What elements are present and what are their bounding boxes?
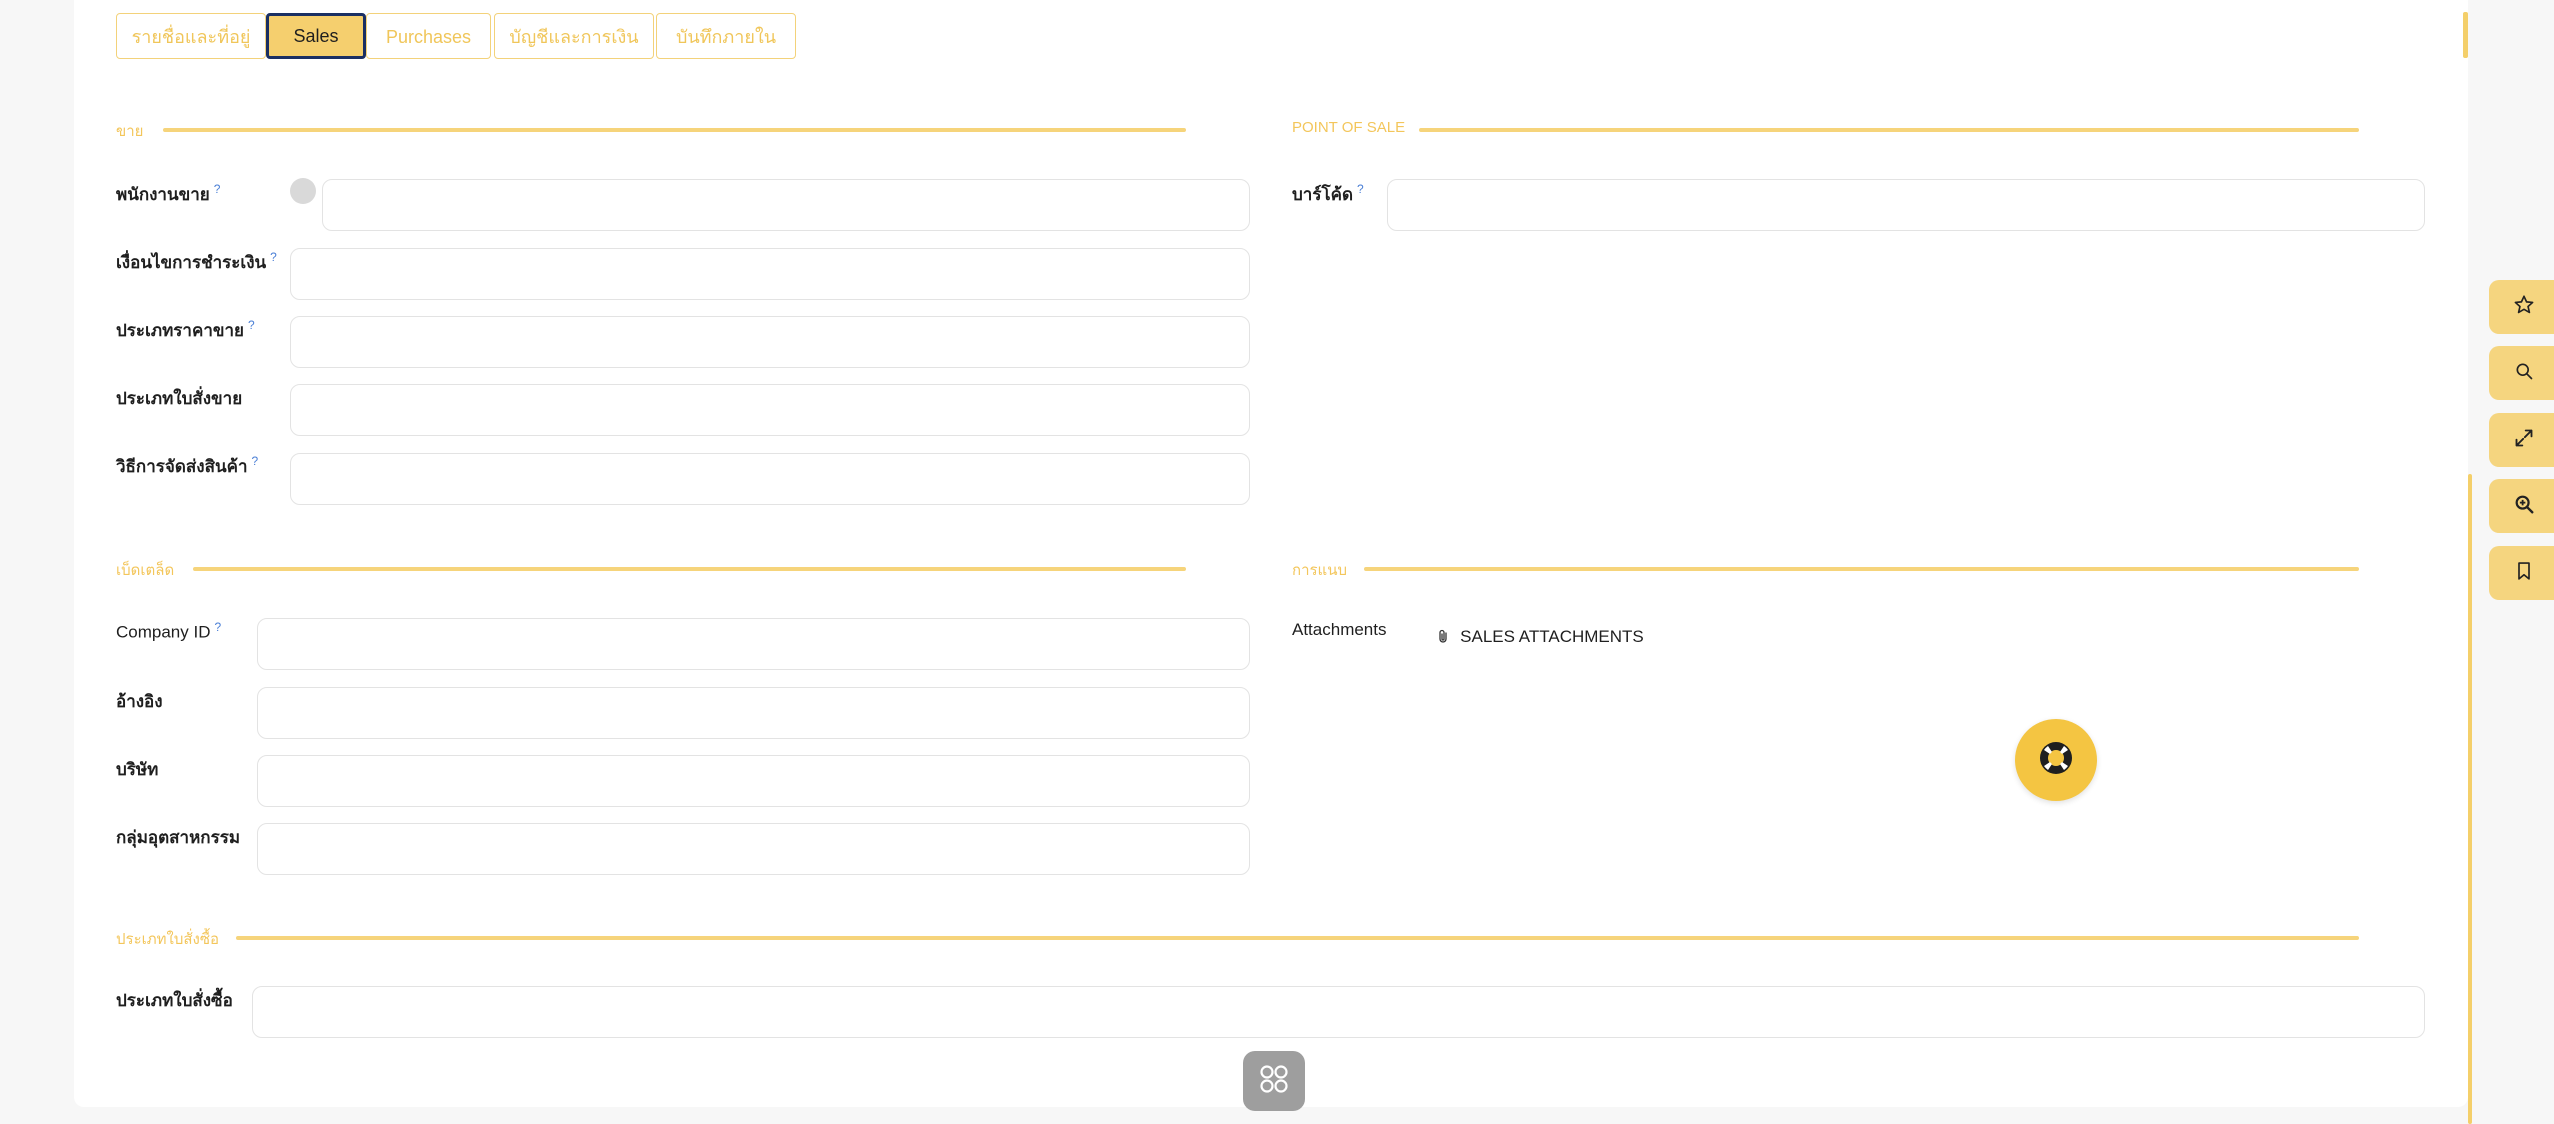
- scrollbar-track[interactable]: [2468, 474, 2472, 1124]
- apps-menu-button[interactable]: [1243, 1051, 1305, 1111]
- bookmark-button[interactable]: [2489, 546, 2554, 600]
- star-icon: [2513, 294, 2535, 321]
- section-misc-title: เบ็ดเตล็ด: [116, 562, 175, 579]
- company-label: บริษัท: [116, 760, 159, 779]
- tab-accounting[interactable]: บัญชีและการเงิน: [494, 13, 654, 59]
- help-icon[interactable]: ?: [214, 182, 221, 196]
- section-attachments-title: การแนบ: [1292, 562, 1348, 579]
- section-divider: [1364, 567, 2359, 571]
- pricelist-label: ประเภทราคาขาย?: [116, 318, 255, 340]
- pricelist-field[interactable]: [290, 316, 1250, 368]
- company-field[interactable]: [257, 755, 1250, 807]
- help-icon[interactable]: ?: [270, 250, 277, 264]
- reference-label: อ้างอิง: [116, 692, 163, 711]
- section-divider: [1419, 128, 2359, 132]
- help-button[interactable]: [2015, 719, 2097, 801]
- payment-terms-field[interactable]: [290, 248, 1250, 300]
- help-icon[interactable]: ?: [248, 318, 255, 332]
- help-icon[interactable]: ?: [251, 454, 258, 468]
- section-misc-header: เบ็ดเตล็ด: [116, 558, 1186, 579]
- salesperson-avatar: [290, 178, 316, 204]
- expand-button[interactable]: [2489, 413, 2554, 467]
- sale-order-type-field[interactable]: [290, 384, 1250, 436]
- help-icon[interactable]: ?: [214, 620, 221, 634]
- section-divider: [163, 128, 1186, 132]
- section-sales-header: ขาย: [116, 119, 1186, 140]
- sale-order-type-label: ประเภทใบสั่งขาย: [116, 389, 243, 408]
- expand-icon: [2514, 428, 2534, 453]
- purchase-order-type-field[interactable]: [252, 986, 2425, 1038]
- barcode-field[interactable]: [1387, 179, 2425, 231]
- barcode-label: บาร์โค้ด?: [1292, 182, 1364, 204]
- sales-attachments-button[interactable]: SALES ATTACHMENTS: [1437, 627, 1644, 647]
- favorite-button[interactable]: [2489, 280, 2554, 334]
- tab-contacts-addresses[interactable]: รายชื่อและที่อยู่: [116, 13, 266, 59]
- section-purchase-order-type-title: ประเภทใบสั่งซื้อ: [116, 931, 220, 948]
- paperclip-icon: [1437, 629, 1454, 646]
- salesperson-field[interactable]: [322, 179, 1250, 231]
- industry-field[interactable]: [257, 823, 1250, 875]
- section-sales-title: ขาย: [116, 123, 144, 140]
- payment-terms-label: เงื่อนไขการชำระเงิน?: [116, 250, 277, 272]
- search-button[interactable]: [2489, 346, 2554, 400]
- scrollbar-thumb[interactable]: [2463, 12, 2468, 58]
- delivery-method-field[interactable]: [290, 453, 1250, 505]
- salesperson-label: พนักงานขาย?: [116, 182, 221, 204]
- help-icon[interactable]: ?: [1357, 182, 1364, 196]
- section-pos-title: POINT OF SALE: [1292, 119, 1406, 136]
- purchase-order-type-label: ประเภทใบสั่งซื้อ: [116, 991, 233, 1010]
- company-id-label: Company ID?: [116, 620, 222, 642]
- section-purchase-order-type-header: ประเภทใบสั่งซื้อ: [116, 927, 2359, 948]
- search-icon: [2514, 361, 2534, 386]
- attachments-label: Attachments: [1292, 620, 1387, 639]
- section-divider: [193, 567, 1186, 571]
- company-id-field[interactable]: [257, 618, 1250, 670]
- reference-field[interactable]: [257, 687, 1250, 739]
- tab-purchases[interactable]: Purchases: [366, 13, 491, 59]
- section-divider: [236, 936, 2359, 940]
- section-attachments-header: การแนบ: [1292, 558, 2359, 579]
- apps-grid-icon: [1259, 1064, 1289, 1099]
- tab-internal-notes[interactable]: บันทึกภายใน: [656, 13, 796, 59]
- bookmark-icon: [2515, 561, 2533, 586]
- industry-label: กลุ่มอุตสาหกรรม: [116, 828, 241, 847]
- section-pos-header: POINT OF SALE: [1292, 119, 2359, 139]
- zoom-button[interactable]: [2489, 479, 2554, 533]
- lifebuoy-icon: [2034, 736, 2078, 785]
- tab-sales[interactable]: Sales: [266, 13, 366, 59]
- zoom-in-icon: [2513, 493, 2535, 520]
- delivery-method-label: วิธีการจัดส่งสินค้า?: [116, 454, 259, 476]
